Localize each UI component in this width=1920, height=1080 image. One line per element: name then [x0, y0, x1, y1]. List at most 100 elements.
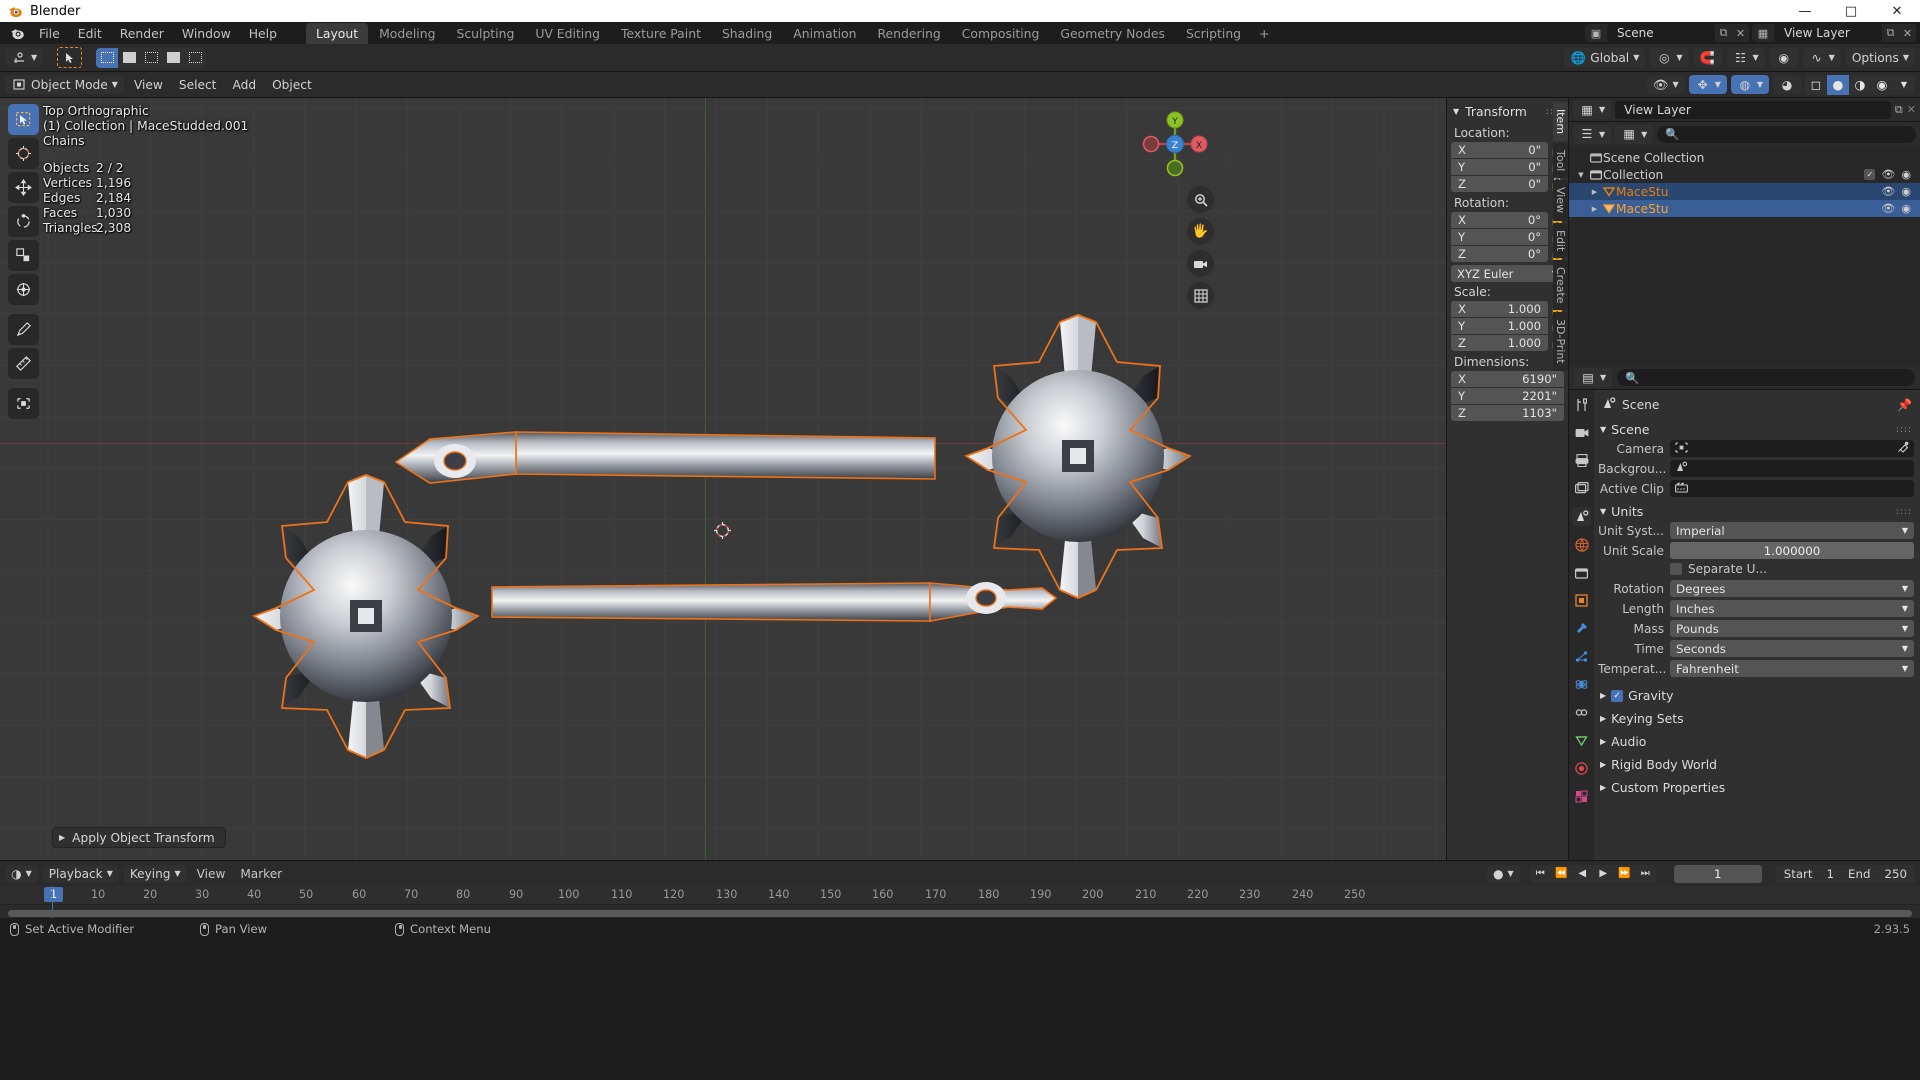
disclosure-triangle-icon[interactable]: ▼ — [1574, 171, 1588, 179]
active-clip-field[interactable] — [1670, 480, 1914, 497]
rotation-units-dropdown[interactable]: Degrees ▼ — [1670, 580, 1914, 597]
tool-select-box[interactable] — [8, 104, 39, 135]
timeline-menu-marker[interactable]: Marker — [235, 867, 287, 881]
location-x-field[interactable]: X 0" — [1451, 142, 1548, 158]
mode-dropdown[interactable]: Object Mode ▼ — [5, 75, 124, 94]
menu-window[interactable]: Window — [173, 24, 240, 43]
sidebar-tab-tool[interactable]: Tool — [1553, 143, 1568, 179]
new-viewlayer-icon[interactable]: ⧉ — [1882, 26, 1899, 40]
scene-section-header[interactable]: ▼ Scene :::: — [1598, 419, 1914, 440]
world-properties-tab[interactable] — [1572, 535, 1591, 554]
overlays-toggle-button[interactable]: ◍ ▼ — [1730, 75, 1769, 94]
editor-type-dropdown[interactable]: ▦ ▼ — [1573, 100, 1612, 119]
camera-icon[interactable]: ◉ — [1901, 168, 1911, 181]
outliner-row-object-1[interactable]: ▶ MaceStu 👁 ◉ — [1569, 183, 1920, 200]
tool-properties-tab[interactable] — [1572, 395, 1591, 414]
start-value[interactable]: 1 — [1827, 867, 1835, 881]
new-scene-icon[interactable]: ⧉ — [1715, 26, 1732, 40]
collection-checkbox[interactable]: ✓ — [1864, 169, 1876, 180]
constraint-properties-tab[interactable] — [1572, 703, 1591, 722]
data-properties-tab[interactable] — [1572, 731, 1591, 750]
add-workspace-button[interactable]: + — [1252, 23, 1276, 44]
timeline-ruler[interactable]: 1 10 20 30 40 50 60 70 80 90 100 110 120… — [0, 886, 1920, 905]
scale-x-field[interactable]: X 1.000 — [1451, 301, 1548, 317]
viewlayer-properties-tab[interactable] — [1572, 479, 1591, 498]
next-keyframe-icon[interactable]: ⏩ — [1614, 865, 1635, 883]
navigation-gizmo[interactable]: Y X Z — [1139, 108, 1211, 180]
snap-settings-dropdown[interactable]: ☷ ▼ — [1726, 48, 1765, 67]
end-value[interactable]: 250 — [1884, 867, 1907, 881]
location-y-field[interactable]: Y 0" — [1451, 159, 1548, 175]
operator-redo-panel[interactable]: ▶ Apply Object Transform — [52, 827, 226, 848]
workspace-tab-scripting[interactable]: Scripting — [1176, 23, 1251, 44]
tool-transform[interactable] — [8, 274, 39, 305]
background-field[interactable] — [1670, 460, 1914, 477]
properties-search-input[interactable]: 🔍 — [1617, 369, 1915, 386]
material-properties-tab[interactable] — [1572, 759, 1591, 778]
play-reverse-icon[interactable]: ◀ — [1572, 865, 1593, 883]
tool-measure[interactable] — [8, 348, 39, 379]
workspace-tab-modeling[interactable]: Modeling — [369, 23, 445, 44]
workspace-tab-layout[interactable]: Layout — [305, 22, 369, 44]
timeline-menu-view[interactable]: View — [192, 867, 231, 881]
rendered-shading-icon[interactable]: ◉ — [1871, 75, 1893, 95]
wireframe-shading-icon[interactable]: ◻ — [1805, 75, 1827, 95]
select-intersect-icon[interactable] — [184, 48, 206, 68]
transform-panel-header[interactable]: ▼ Transform :::: — [1447, 102, 1568, 123]
rotation-z-field[interactable]: Z 0° — [1451, 246, 1548, 262]
disclosure-triangle-icon[interactable]: ▶ — [1588, 205, 1601, 213]
scene-name-field[interactable]: Scene — [1607, 24, 1715, 42]
viewlayer-selector[interactable]: ▦ View Layer ⧉ ✕ — [1752, 24, 1916, 42]
jump-start-icon[interactable]: ⏮ — [1530, 865, 1551, 883]
dimensions-x-field[interactable]: X 6190" — [1451, 371, 1564, 387]
custom-properties-section-header[interactable]: ▶ Custom Properties — [1598, 776, 1914, 799]
gravity-section-header[interactable]: ▶ ✓ Gravity — [1598, 684, 1914, 707]
xray-toggle-button[interactable]: ◕ — [1773, 75, 1801, 94]
eyedropper-icon[interactable] — [1897, 441, 1909, 456]
playhead-label[interactable]: 1 — [44, 887, 64, 902]
keying-menu[interactable]: Keying ▼ — [123, 864, 187, 883]
texture-properties-tab[interactable] — [1572, 787, 1591, 806]
menu-render[interactable]: Render — [111, 24, 173, 43]
sidebar-tab-3d-print[interactable]: 3D-Print — [1553, 312, 1568, 372]
keying-sets-section-header[interactable]: ▶ Keying Sets — [1598, 707, 1914, 730]
editor-type-dropdown[interactable]: ▤ ▼ — [1574, 368, 1613, 387]
tool-scale[interactable] — [8, 240, 39, 271]
material-preview-icon[interactable]: ◑ — [1849, 75, 1871, 95]
rotation-mode-dropdown[interactable]: XYZ Euler ▼ — [1451, 265, 1564, 282]
output-properties-tab[interactable] — [1572, 451, 1591, 470]
particles-properties-tab[interactable] — [1572, 647, 1591, 666]
auto-keying-toggle[interactable]: ● ▼ — [1486, 864, 1520, 883]
filter-dropdown[interactable]: ▦ ▼ — [1615, 124, 1654, 144]
falloff-dropdown[interactable]: ∿ ▼ — [1802, 48, 1841, 67]
select-subtract-icon[interactable] — [140, 48, 162, 68]
play-icon[interactable]: ▶ — [1593, 865, 1614, 883]
separate-units-checkbox[interactable] — [1670, 563, 1682, 575]
audio-section-header[interactable]: ▶ Audio — [1598, 730, 1914, 753]
outliner-row-collection[interactable]: ▼ Collection ✓ 👁 ◉ — [1569, 166, 1920, 183]
menu-help[interactable]: Help — [240, 24, 286, 43]
workspace-tab-rendering[interactable]: Rendering — [867, 23, 950, 44]
rotation-x-field[interactable]: X 0° — [1451, 212, 1548, 228]
sidebar-tab-create[interactable]: Create — [1553, 259, 1568, 311]
object-properties-tab[interactable] — [1572, 591, 1591, 610]
mass-units-dropdown[interactable]: Pounds ▼ — [1670, 620, 1914, 637]
workspace-tab-uv-editing[interactable]: UV Editing — [525, 23, 610, 44]
editor-type-dropdown[interactable]: ◑ ▼ — [5, 864, 38, 883]
workspace-tab-texture-paint[interactable]: Texture Paint — [611, 23, 711, 44]
eye-icon[interactable]: 👁 — [1881, 185, 1895, 198]
zoom-icon[interactable] — [1187, 186, 1214, 213]
workspace-tab-geometry-nodes[interactable]: Geometry Nodes — [1050, 23, 1175, 44]
workspace-tab-shading[interactable]: Shading — [712, 23, 782, 44]
transform-orientation-dropdown[interactable]: 🌐 Global ▼ — [1564, 48, 1646, 67]
transform-pivot-dropdown[interactable]: ▼ — [5, 48, 44, 67]
shading-dropdown-icon[interactable]: ▼ — [1893, 75, 1915, 95]
tool-rotate[interactable] — [8, 206, 39, 237]
select-new-icon[interactable] — [96, 47, 119, 68]
camera-view-icon[interactable] — [1187, 250, 1214, 277]
solid-shading-icon[interactable]: ● — [1827, 74, 1849, 95]
camera-field[interactable] — [1670, 440, 1914, 457]
viewport-menu-object[interactable]: Object — [266, 75, 318, 94]
select-extend-icon[interactable] — [118, 48, 140, 68]
pan-hand-icon[interactable]: 🖐 — [1187, 218, 1214, 245]
